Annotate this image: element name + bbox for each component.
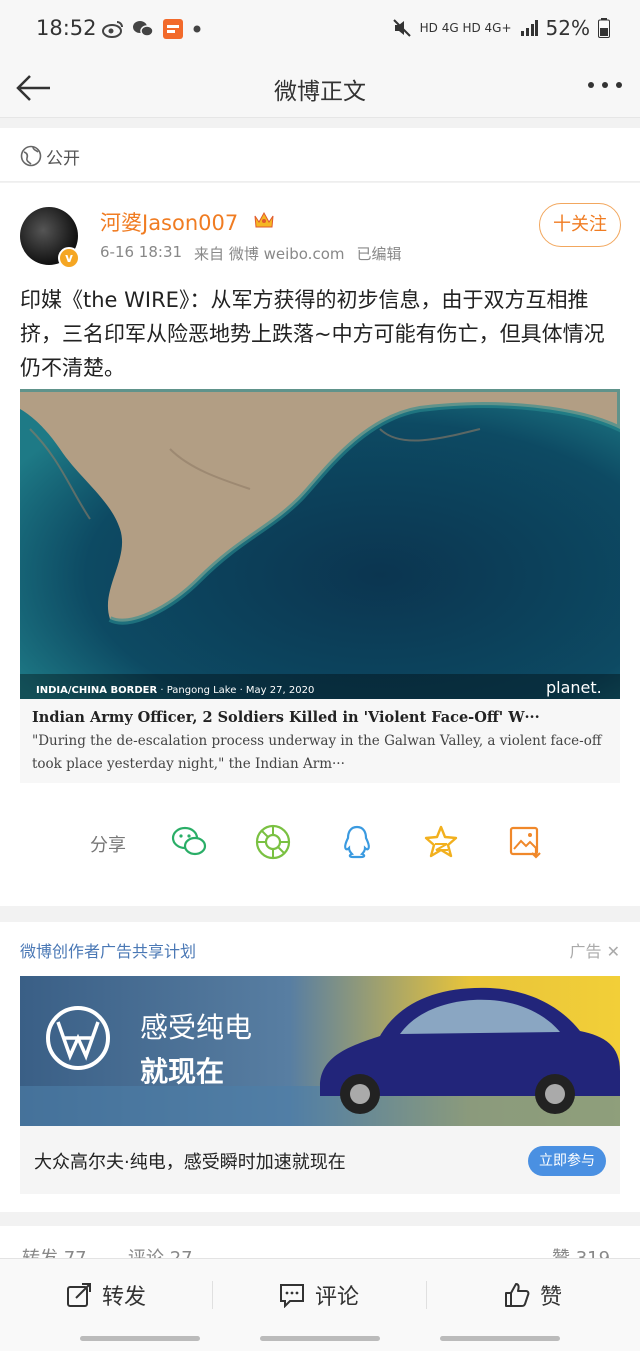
ad-banner-line2: 就现在: [140, 1055, 225, 1088]
like-label: 赞: [540, 1285, 563, 1310]
image-brand-logo: planet.: [546, 678, 602, 697]
comment-icon: [280, 1284, 304, 1308]
post-date: 6-16 18:31: [100, 243, 183, 261]
save-image-icon[interactable]: [506, 823, 544, 861]
ad-banner[interactable]: 感受纯电 就现在: [20, 976, 620, 1126]
nav-handle[interactable]: [260, 1336, 380, 1341]
follow-button[interactable]: 十关注: [539, 203, 621, 247]
link-description: "During the de-escalation process underw…: [32, 733, 602, 772]
dot-icon: [193, 25, 201, 33]
status-bar: 18:52 HD 4G HD 4G+ 52%: [0, 0, 640, 60]
repost-label: 转发: [102, 1285, 147, 1310]
like-button[interactable]: 赞: [504, 1259, 562, 1331]
ad-footer[interactable]: 大众高尔夫·纯电，感受瞬时加速就现在 立即参与: [20, 1126, 620, 1194]
status-time: 18:52: [36, 16, 97, 40]
thumbs-up-icon: [505, 1283, 530, 1307]
post-card: v 河婆Jason007 6-16 18:31 来自 微博 weibo.com …: [0, 183, 640, 906]
share-label: 分享: [90, 835, 126, 856]
bottom-action-bar: 转发 评论 赞: [0, 1258, 640, 1330]
visibility-label: 公开: [46, 149, 80, 169]
signal-text: HD 4G HD 4G+: [419, 21, 512, 35]
post-text: 印媒《the WIRE》：从军方获得的初步信息，由于双方互相推挤，三名印军从险恶…: [20, 288, 605, 380]
battery-icon: [598, 18, 610, 38]
moments-icon[interactable]: [254, 823, 292, 861]
satellite-photo: [20, 389, 620, 699]
nav-handle[interactable]: [80, 1336, 200, 1341]
wechat-icon: [133, 21, 154, 37]
divider: [426, 1281, 427, 1309]
repost-button[interactable]: 转发: [66, 1259, 146, 1331]
status-right: HD 4G HD 4G+ 52%: [392, 16, 610, 40]
signal-bars-icon: [520, 20, 538, 36]
qq-icon[interactable]: [338, 823, 376, 861]
post-image[interactable]: INDIA/CHINA BORDER · Pangong Lake · May …: [20, 389, 620, 699]
ad-tag[interactable]: 广告 ✕: [569, 938, 620, 962]
visibility-row: 公开: [0, 128, 640, 182]
battery-percent: 52%: [545, 16, 590, 40]
status-left-icons: [102, 18, 202, 40]
divider: [212, 1281, 213, 1309]
nav-handle[interactable]: [440, 1336, 560, 1341]
page-title: 微博正文: [274, 79, 366, 105]
weibo-icon: [102, 21, 123, 38]
post-username[interactable]: 河婆Jason007: [100, 207, 238, 237]
ad-footer-text: 大众高尔夫·纯电，感受瞬时加速就现在: [34, 1152, 346, 1173]
ad-banner-image: [20, 976, 620, 1126]
comment-label: 评论: [315, 1285, 360, 1310]
ad-join-button[interactable]: 立即参与: [528, 1146, 606, 1176]
repost-icon: [67, 1283, 91, 1307]
app-badge-icon: [163, 19, 183, 39]
system-nav-bar: [0, 1330, 640, 1351]
post-meta: 6-16 18:31 来自 微博 weibo.com 已编辑: [100, 243, 402, 264]
image-caption: INDIA/CHINA BORDER · Pangong Lake · May …: [36, 685, 315, 696]
wechat-icon[interactable]: [170, 823, 208, 861]
verified-v-icon: v: [58, 247, 80, 269]
comment-button[interactable]: 评论: [279, 1259, 359, 1331]
mute-icon: [392, 19, 411, 37]
ad-header[interactable]: 微博创作者广告共享计划: [20, 938, 196, 962]
share-bar: 分享: [0, 817, 640, 867]
close-icon[interactable]: ✕: [607, 942, 620, 961]
post-edited: 已编辑: [356, 245, 402, 263]
post-source: 来自 微博 weibo.com: [194, 245, 345, 263]
nav-bar: 微博正文: [0, 60, 640, 118]
ad-banner-line1: 感受纯电: [140, 1011, 253, 1044]
vip-crown-icon: [254, 211, 274, 228]
globe-icon: [20, 145, 42, 167]
link-preview[interactable]: Indian Army Officer, 2 Soldiers Killed i…: [20, 699, 620, 783]
qzone-star-icon[interactable]: [422, 823, 460, 861]
more-dots-icon[interactable]: [586, 80, 626, 90]
link-title: Indian Army Officer, 2 Soldiers Killed i…: [32, 709, 540, 726]
ad-card[interactable]: 微博创作者广告共享计划 广告 ✕ 感受纯电 就现在 大众高尔夫·纯电，感受瞬时加…: [0, 922, 640, 1212]
